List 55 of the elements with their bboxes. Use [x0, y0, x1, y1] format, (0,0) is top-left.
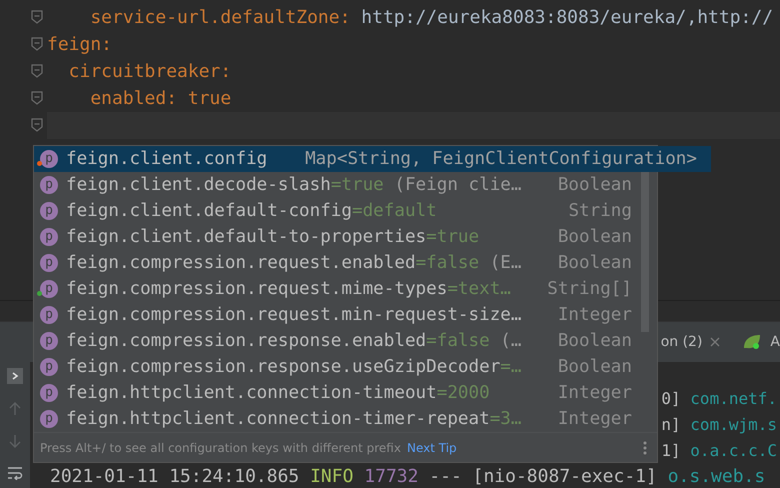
- down-arrow-icon[interactable]: [9, 434, 21, 448]
- completion-item[interactable]: p feign.compression.request.mime-types=text… String[]: [34, 276, 646, 302]
- expand-icon[interactable]: [7, 368, 23, 384]
- yaml-line: service-url.defaultZone: http://eureka8083:8083/eureka/,http://: [90, 7, 774, 28]
- fold-marker-icon[interactable]: [31, 91, 43, 105]
- console-text: [nio-8087-exec-1]: [472, 465, 657, 488]
- yaml-line: enabled: true: [90, 88, 232, 109]
- more-icon[interactable]: [643, 440, 647, 454]
- yaml-line: feign:: [47, 34, 112, 55]
- fold-marker-icon[interactable]: [31, 118, 43, 132]
- property-icon: p: [40, 306, 58, 324]
- hint-text: Press Alt+/ to see all configuration keys with different prefix: [40, 440, 401, 454]
- property-icon: p: [40, 254, 58, 272]
- console-text: 0]: [661, 388, 681, 410]
- property-icon: p: [40, 384, 58, 402]
- soft-wrap-icon[interactable]: [7, 466, 23, 480]
- completion-item[interactable]: p feign.httpclient.connection-timer-repeat=3… Integer: [34, 406, 646, 432]
- completion-item[interactable]: p feign.compression.request.min-request-size… Integer: [34, 302, 646, 328]
- property-icon: p: [40, 358, 58, 376]
- property-icon: p: [40, 410, 58, 428]
- tool-tab[interactable]: A: [742, 332, 780, 352]
- completion-item[interactable]: p feign.client.default-config=default String: [34, 198, 646, 224]
- close-icon[interactable]: [710, 337, 720, 347]
- property-icon: p: [40, 150, 58, 168]
- completion-item[interactable]: p feign.client.default-to-properties=true Boolean: [34, 224, 646, 250]
- fold-marker-icon[interactable]: [31, 37, 43, 51]
- fold-marker-icon[interactable]: [31, 64, 43, 78]
- console-text: n]: [661, 414, 681, 436]
- completion-item[interactable]: p feign.compression.response.useGzipDecoder=… Boolean: [34, 354, 646, 380]
- completion-item[interactable]: p feign.compression.response.enabled=false (… Boolean: [34, 328, 646, 354]
- next-tip-link[interactable]: Next Tip: [406, 440, 457, 454]
- console-text: 17732: [364, 465, 418, 488]
- console-text: ---: [429, 465, 462, 488]
- property-icon: p: [40, 176, 58, 194]
- console-text: o.s.web.s: [668, 465, 766, 488]
- leaf-icon: [742, 332, 762, 352]
- console-text: o.a.c.c.C: [690, 440, 777, 462]
- console-text: com.netf.: [690, 388, 777, 410]
- up-arrow-icon[interactable]: [9, 402, 21, 416]
- console-text: 2021-01-11 15:24:10.865: [50, 465, 300, 488]
- property-icon: p: [40, 202, 58, 220]
- property-icon: p: [40, 332, 58, 350]
- console-text: com.wjm.s: [690, 414, 777, 436]
- yaml-line: circuitbreaker:: [68, 61, 232, 82]
- completion-item[interactable]: p feign.compression.request.enabled=false (E… Boolean: [34, 250, 646, 276]
- property-icon: p: [40, 228, 58, 246]
- completion-item[interactable]: p feign.httpclient.connection-timeout=2000 Integer: [34, 380, 646, 406]
- scrollbar-thumb[interactable]: [641, 172, 649, 332]
- completion-item[interactable]: p feign.client.config Map<String, FeignClientConfiguration>: [34, 146, 711, 172]
- completion-item[interactable]: p feign.client.decode-slash=true (Feign clie… Boolean: [34, 172, 646, 198]
- console-text: 1]: [661, 440, 681, 462]
- tool-tab[interactable]: on (2): [660, 334, 720, 350]
- fold-marker-icon[interactable]: [31, 10, 43, 24]
- property-icon: p: [40, 280, 58, 298]
- console-text: INFO: [310, 465, 354, 488]
